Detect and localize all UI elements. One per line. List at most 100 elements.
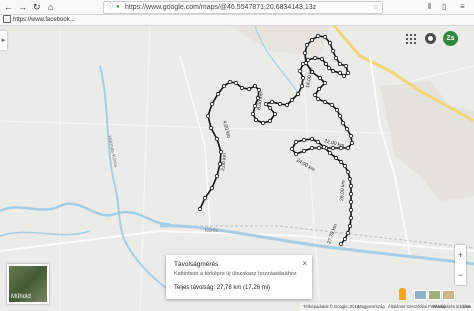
address-bar[interactable]: ⓘ ● https://www.google.com/maps/@46.5547… [103,1,383,14]
route-point[interactable] [326,65,332,71]
route-point[interactable] [284,102,290,108]
bookmark-star-icon[interactable]: ☆ [373,2,379,13]
route-point[interactable] [322,34,328,40]
route-point[interactable] [301,148,307,154]
route-point[interactable] [272,111,278,117]
route-point[interactable] [341,73,347,79]
route-point[interactable] [327,40,333,46]
forward-icon[interactable]: → [18,1,27,13]
route-point[interactable] [309,145,315,151]
route-point[interactable] [348,199,354,205]
route-point[interactable] [348,207,354,213]
zoom-out-button[interactable]: − [455,265,466,285]
route-point[interactable] [209,185,215,191]
close-icon[interactable]: × [302,259,307,268]
route-point[interactable] [322,80,328,86]
route-point[interactable] [347,223,353,229]
apps-grid-icon[interactable] [405,33,417,45]
route-point[interactable] [289,146,295,152]
route-point[interactable] [337,113,343,119]
url-text[interactable]: https://www.google.com/maps/@46.5547871,… [125,2,316,13]
home-icon[interactable]: ⌂ [48,1,53,13]
route-point[interactable] [330,48,336,54]
route-point[interactable] [322,99,328,105]
route-point[interactable] [329,102,335,108]
route-point[interactable] [295,91,301,97]
country-link[interactable]: Magyarország [358,303,385,311]
route-point[interactable] [302,50,308,56]
pegman-icon[interactable] [399,288,406,300]
route-point[interactable] [345,70,351,76]
route-point[interactable] [227,79,233,85]
route-point[interactable] [348,133,354,139]
route-point[interactable] [349,140,355,146]
sidebar-icon[interactable]: ▯ [442,1,446,13]
route-point[interactable] [315,33,321,39]
route-point[interactable] [205,113,211,119]
route-point[interactable] [348,191,354,197]
photo-layer-icon[interactable] [414,290,427,300]
zoom-in-button[interactable]: + [455,245,466,265]
route-point[interactable] [340,120,346,126]
avatar[interactable]: Zs [443,31,458,46]
route-point[interactable] [299,83,305,89]
route-point[interactable] [197,206,203,212]
route-point[interactable] [345,230,351,236]
route-point[interactable] [321,144,327,150]
collapse-panel-button[interactable]: ▸ [0,31,7,50]
route-point[interactable] [316,86,322,92]
route-point[interactable] [338,159,344,165]
route-point[interactable] [303,60,309,66]
route-point[interactable] [252,83,258,89]
route-point[interactable] [297,68,303,74]
route-point[interactable] [343,63,349,69]
route-point[interactable] [317,75,323,81]
route-point[interactable] [333,155,339,161]
route-point[interactable] [263,101,269,107]
route-point[interactable] [215,91,221,97]
route-point[interactable] [256,87,262,93]
route-point[interactable] [330,145,336,151]
route-point[interactable] [319,56,325,62]
route-point[interactable] [348,183,354,189]
route-point[interactable] [289,97,295,103]
route-point[interactable] [301,137,307,143]
route-point[interactable] [304,42,310,48]
route-point[interactable] [337,70,343,76]
route-point[interactable] [345,145,351,151]
route-point[interactable] [344,126,350,132]
route-point[interactable] [342,163,348,169]
route-point[interactable] [348,215,354,221]
route-point[interactable] [293,151,299,157]
reload-icon[interactable]: ↻ [33,1,41,13]
satellite-toggle[interactable]: Műhold [7,264,49,304]
route-point[interactable] [309,37,315,43]
route-point[interactable] [342,236,348,242]
route-point[interactable] [267,105,273,111]
route-point[interactable] [214,173,220,179]
route-point[interactable] [202,195,208,201]
route-point[interactable] [338,241,344,247]
route-point[interactable] [253,117,259,123]
route-point[interactable] [345,169,351,175]
route-point[interactable] [233,80,239,86]
route-point[interactable] [250,111,256,117]
route-point[interactable] [300,75,306,81]
route-point[interactable] [260,120,266,126]
route-point[interactable] [214,136,220,142]
route-point[interactable] [334,107,340,113]
route-point[interactable] [209,101,215,107]
route-point[interactable] [323,61,329,67]
route-point[interactable] [333,55,339,61]
route-point[interactable] [327,150,333,156]
route-point[interactable] [312,92,318,98]
route-point[interactable] [221,83,227,89]
route-point[interactable] [277,101,283,107]
route-point[interactable] [316,145,322,151]
notifications-icon[interactable] [425,33,436,44]
menu-icon[interactable]: ≡ [460,1,465,13]
route-point[interactable] [293,139,299,145]
bookmark-item[interactable]: https://www.facebook... [3,15,75,25]
back-icon[interactable]: ← [4,1,13,13]
route-point[interactable] [347,176,353,182]
